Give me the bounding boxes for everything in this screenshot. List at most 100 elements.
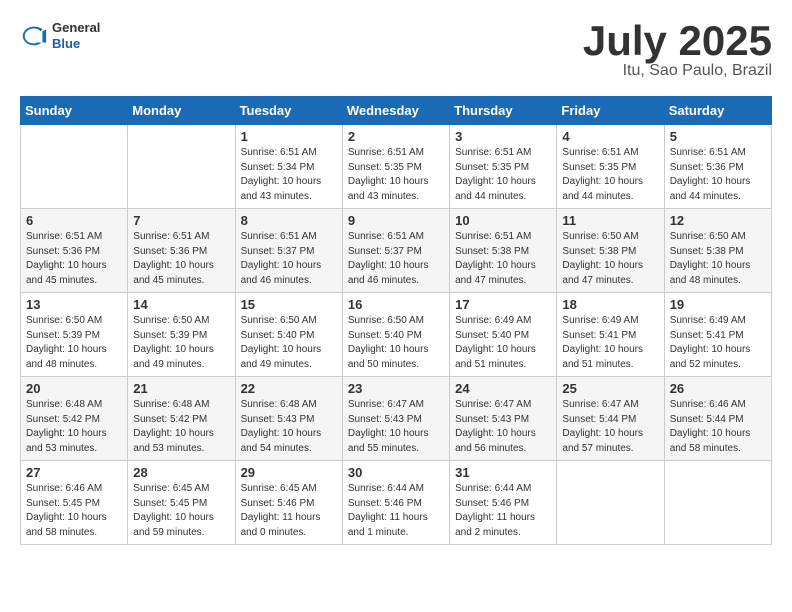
- day-info: Sunrise: 6:49 AM Sunset: 5:41 PM Dayligh…: [562, 314, 658, 372]
- day-info: Sunrise: 6:49 AM Sunset: 5:40 PM Dayligh…: [455, 314, 551, 372]
- day-info: Sunrise: 6:51 AM Sunset: 5:36 PM Dayligh…: [670, 146, 766, 204]
- day-of-week-header: Saturday: [664, 97, 771, 125]
- logo: General Blue: [20, 20, 100, 51]
- calendar-cell: 23Sunrise: 6:47 AM Sunset: 5:43 PM Dayli…: [342, 377, 449, 461]
- calendar-cell: 20 Sunrise: 6:48 AM Sunset: 5:42 PM Dayli…: [21, 377, 128, 461]
- calendar-week-row: 1 Sunrise: 6:51 AM Sunset: 5:34 PM Daylig…: [21, 125, 772, 209]
- day-info: Sunrise: 6:50 AM Sunset: 5:40 PM Dayligh…: [348, 314, 444, 372]
- day-info: Sunrise: 6:47 AM Sunset: 5:44 PM Dayligh…: [562, 398, 658, 456]
- calendar-cell: 9 Sunrise: 6:51 AM Sunset: 5:37 PM Daylig…: [342, 209, 449, 293]
- day-info: Sunrise: 6:48 AM Sunset: 5:42 PM Dayligh…: [133, 398, 229, 456]
- calendar-cell: 28 Sunrise: 6:45 AM Sunset: 5:45 PM Dayli…: [128, 461, 235, 545]
- location: Itu, Sao Paulo, Brazil: [583, 62, 772, 80]
- calendar-cell: 11 Sunrise: 6:50 AM Sunset: 5:38 PM Dayli…: [557, 209, 664, 293]
- day-number: 23: [348, 381, 444, 396]
- day-of-week-header: Monday: [128, 97, 235, 125]
- day-of-week-header: Wednesday: [342, 97, 449, 125]
- calendar-cell: 2 Sunrise: 6:51 AM Sunset: 5:35 PM Daylig…: [342, 125, 449, 209]
- day-info: Sunrise: 6:51 AM Sunset: 5:35 PM Dayligh…: [348, 146, 444, 204]
- day-info: Sunrise: 6:51 AM Sunset: 5:37 PM Dayligh…: [241, 230, 337, 288]
- day-info: Sunrise: 6:46 AM Sunset: 5:45 PM Dayligh…: [26, 482, 122, 540]
- calendar-cell: 13Sunrise: 6:50 AM Sunset: 5:39 PM Dayli…: [21, 293, 128, 377]
- calendar-cell: 6Sunrise: 6:51 AM Sunset: 5:36 PM Daylig…: [21, 209, 128, 293]
- day-info: Sunrise: 6:50 AM Sunset: 5:38 PM Dayligh…: [562, 230, 658, 288]
- day-number: 2: [348, 129, 444, 144]
- day-number: 20: [26, 381, 122, 396]
- day-number: 12: [670, 213, 766, 228]
- calendar: SundayMondayTuesdayWednesdayThursdayFrid…: [20, 96, 772, 545]
- day-info: Sunrise: 6:47 AM Sunset: 5:43 PM Dayligh…: [455, 398, 551, 456]
- day-info: Sunrise: 6:44 AM Sunset: 5:46 PM Dayligh…: [455, 482, 551, 540]
- day-number: 29: [241, 465, 337, 480]
- calendar-cell: [557, 461, 664, 545]
- calendar-cell: 19 Sunrise: 6:49 AM Sunset: 5:41 PM Dayli…: [664, 293, 771, 377]
- day-number: 16: [348, 297, 444, 312]
- day-info: Sunrise: 6:45 AM Sunset: 5:46 PM Dayligh…: [241, 482, 337, 540]
- calendar-cell: 1 Sunrise: 6:51 AM Sunset: 5:34 PM Daylig…: [235, 125, 342, 209]
- day-info: Sunrise: 6:51 AM Sunset: 5:35 PM Dayligh…: [455, 146, 551, 204]
- calendar-cell: 10Sunrise: 6:51 AM Sunset: 5:38 PM Dayli…: [450, 209, 557, 293]
- day-info: Sunrise: 6:46 AM Sunset: 5:44 PM Dayligh…: [670, 398, 766, 456]
- calendar-cell: 5Sunrise: 6:51 AM Sunset: 5:36 PM Daylig…: [664, 125, 771, 209]
- calendar-cell: 26 Sunrise: 6:46 AM Sunset: 5:44 PM Dayli…: [664, 377, 771, 461]
- day-of-week-header: Friday: [557, 97, 664, 125]
- day-of-week-header: Sunday: [21, 97, 128, 125]
- day-info: Sunrise: 6:44 AM Sunset: 5:46 PM Dayligh…: [348, 482, 444, 540]
- calendar-cell: 27Sunrise: 6:46 AM Sunset: 5:45 PM Dayli…: [21, 461, 128, 545]
- day-number: 13: [26, 297, 122, 312]
- day-info: Sunrise: 6:48 AM Sunset: 5:42 PM Dayligh…: [26, 398, 122, 456]
- calendar-cell: 12 Sunrise: 6:50 AM Sunset: 5:38 PM Dayli…: [664, 209, 771, 293]
- day-of-week-header: Tuesday: [235, 97, 342, 125]
- day-number: 3: [455, 129, 551, 144]
- calendar-week-row: 20 Sunrise: 6:48 AM Sunset: 5:42 PM Dayli…: [21, 377, 772, 461]
- calendar-cell: 31 Sunrise: 6:44 AM Sunset: 5:46 PM Dayli…: [450, 461, 557, 545]
- calendar-cell: 7Sunrise: 6:51 AM Sunset: 5:36 PM Daylig…: [128, 209, 235, 293]
- day-number: 9: [348, 213, 444, 228]
- day-number: 8: [241, 213, 337, 228]
- month-title: July 2025: [583, 20, 772, 62]
- day-number: 31: [455, 465, 551, 480]
- day-info: Sunrise: 6:50 AM Sunset: 5:39 PM Dayligh…: [133, 314, 229, 372]
- day-number: 18: [562, 297, 658, 312]
- calendar-cell: 29 Sunrise: 6:45 AM Sunset: 5:46 PM Dayli…: [235, 461, 342, 545]
- day-info: Sunrise: 6:50 AM Sunset: 5:38 PM Dayligh…: [670, 230, 766, 288]
- day-of-week-header: Thursday: [450, 97, 557, 125]
- day-info: Sunrise: 6:49 AM Sunset: 5:41 PM Dayligh…: [670, 314, 766, 372]
- day-info: Sunrise: 6:45 AM Sunset: 5:45 PM Dayligh…: [133, 482, 229, 540]
- day-number: 21: [133, 381, 229, 396]
- day-number: 6: [26, 213, 122, 228]
- calendar-cell: [21, 125, 128, 209]
- day-number: 28: [133, 465, 229, 480]
- day-info: Sunrise: 6:51 AM Sunset: 5:34 PM Dayligh…: [241, 146, 337, 204]
- calendar-week-row: 6 Sunrise: 6:51 AM Sunset: 5:36 PM Daylig…: [21, 209, 772, 293]
- day-number: 1: [241, 129, 337, 144]
- calendar-cell: 18 Sunrise: 6:49 AM Sunset: 5:41 PM Dayli…: [557, 293, 664, 377]
- calendar-cell: 24Sunrise: 6:47 AM Sunset: 5:43 PM Dayli…: [450, 377, 557, 461]
- logo-icon: [20, 22, 48, 50]
- page-header: General Blue July 2025 Itu, Sao Paulo, B…: [20, 20, 772, 80]
- day-info: Sunrise: 6:48 AM Sunset: 5:43 PM Dayligh…: [241, 398, 337, 456]
- day-number: 11: [562, 213, 658, 228]
- day-number: 25: [562, 381, 658, 396]
- calendar-cell: 3 Sunrise: 6:51 AM Sunset: 5:35 PM Daylig…: [450, 125, 557, 209]
- calendar-cell: [128, 125, 235, 209]
- day-number: 10: [455, 213, 551, 228]
- day-number: 15: [241, 297, 337, 312]
- calendar-week-row: 13 Sunrise: 6:50 AM Sunset: 5:39 PM Dayli…: [21, 293, 772, 377]
- day-info: Sunrise: 6:51 AM Sunset: 5:36 PM Dayligh…: [133, 230, 229, 288]
- calendar-cell: 17Sunrise: 6:49 AM Sunset: 5:40 PM Dayli…: [450, 293, 557, 377]
- calendar-cell: 25 Sunrise: 6:47 AM Sunset: 5:44 PM Dayli…: [557, 377, 664, 461]
- calendar-cell: 8 Sunrise: 6:51 AM Sunset: 5:37 PM Daylig…: [235, 209, 342, 293]
- day-number: 26: [670, 381, 766, 396]
- day-number: 22: [241, 381, 337, 396]
- logo-text: General Blue: [52, 20, 100, 51]
- calendar-cell: 4Sunrise: 6:51 AM Sunset: 5:35 PM Daylig…: [557, 125, 664, 209]
- day-info: Sunrise: 6:51 AM Sunset: 5:37 PM Dayligh…: [348, 230, 444, 288]
- calendar-cell: 14Sunrise: 6:50 AM Sunset: 5:39 PM Dayli…: [128, 293, 235, 377]
- day-number: 19: [670, 297, 766, 312]
- calendar-header-row: SundayMondayTuesdayWednesdayThursdayFrid…: [21, 97, 772, 125]
- day-info: Sunrise: 6:51 AM Sunset: 5:35 PM Dayligh…: [562, 146, 658, 204]
- calendar-cell: [664, 461, 771, 545]
- calendar-cell: 15Sunrise: 6:50 AM Sunset: 5:40 PM Dayli…: [235, 293, 342, 377]
- calendar-cell: 16 Sunrise: 6:50 AM Sunset: 5:40 PM Dayli…: [342, 293, 449, 377]
